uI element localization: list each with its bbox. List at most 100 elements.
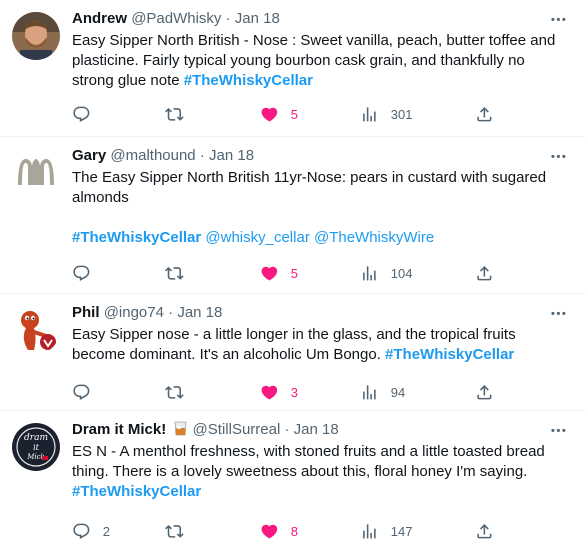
avatar[interactable] — [12, 306, 60, 354]
author-name[interactable]: Phil — [72, 304, 100, 321]
reply-button[interactable] — [72, 263, 103, 283]
whisky-glass-icon — [174, 421, 187, 436]
share-icon — [475, 264, 494, 283]
views-icon — [360, 264, 379, 283]
author-name[interactable]: Dram it Mick! — [72, 421, 166, 438]
hashtag-link[interactable]: #TheWhiskyCellar — [385, 346, 514, 363]
avatar[interactable]: dram it Mick — [12, 423, 60, 471]
avatar-text-top: dram — [24, 433, 48, 443]
retweet-icon — [165, 105, 184, 124]
more-icon — [549, 147, 568, 166]
like-count: 3 — [290, 384, 298, 400]
reply-button[interactable] — [72, 382, 103, 402]
heart-icon — [260, 522, 279, 541]
views-button[interactable]: 94 — [360, 382, 405, 402]
tweet[interactable]: dram it Mick Dram it Mick! @StillSurreal… — [0, 411, 586, 547]
heart-icon — [260, 383, 279, 402]
avatar[interactable] — [12, 149, 60, 197]
share-button[interactable] — [475, 521, 494, 541]
action-bar: 2 8 147 — [72, 521, 570, 541]
retweet-button[interactable] — [165, 382, 196, 402]
more-icon — [549, 304, 568, 323]
action-bar: 3 94 — [72, 382, 570, 402]
action-bar: 5 301 — [72, 104, 570, 124]
like-button[interactable]: 5 — [260, 263, 298, 283]
mention-link[interactable]: @TheWhiskyWire — [314, 229, 434, 246]
separator-dot: · — [168, 304, 174, 321]
reply-icon — [72, 522, 91, 541]
author-name[interactable]: Gary — [72, 147, 106, 164]
mention-link[interactable]: @whisky_cellar — [205, 229, 309, 246]
tweet[interactable]: Andrew @PadWhisky · Jan 18 Easy Sipper N… — [0, 0, 586, 137]
hashtag-link[interactable]: #TheWhiskyCellar — [72, 483, 201, 500]
reply-icon — [72, 383, 91, 402]
author-handle[interactable]: @StillSurreal — [193, 421, 281, 438]
tweet-text: The Easy Sipper North British 11yr-Nose:… — [72, 168, 570, 248]
heart-icon — [260, 264, 279, 283]
more-options-button[interactable] — [546, 301, 570, 325]
retweet-icon — [165, 522, 184, 541]
retweet-button[interactable] — [165, 263, 196, 283]
like-button[interactable]: 5 — [260, 104, 298, 124]
views-button[interactable]: 104 — [360, 263, 412, 283]
more-options-button[interactable] — [546, 418, 570, 442]
reply-button[interactable]: 2 — [72, 521, 110, 541]
timestamp[interactable]: Jan 18 — [177, 304, 222, 321]
separator-dot: · — [284, 421, 290, 438]
avatar-photo-icon — [12, 12, 60, 60]
separator-dot: · — [199, 147, 205, 164]
retweet-button[interactable] — [165, 104, 196, 124]
hashtag-link[interactable]: #TheWhiskyCellar — [184, 72, 313, 89]
tweet[interactable]: Gary @malthound · Jan 18 The Easy Sipper… — [0, 137, 586, 294]
retweet-icon — [165, 264, 184, 283]
heart-icon — [260, 105, 279, 124]
views-button[interactable]: 147 — [360, 521, 412, 541]
tweet[interactable]: Phil @ingo74 · Jan 18 Easy Sipper nose -… — [0, 294, 586, 411]
like-count: 5 — [290, 265, 298, 281]
like-count: 8 — [290, 523, 298, 539]
views-icon — [360, 105, 379, 124]
hashtag-link[interactable]: #TheWhiskyCellar — [72, 229, 201, 246]
author-handle[interactable]: @PadWhisky — [131, 10, 221, 27]
view-count: 301 — [390, 106, 413, 122]
author-handle[interactable]: @ingo74 — [104, 304, 164, 321]
more-options-button[interactable] — [546, 144, 570, 168]
malthound-logo-icon — [12, 149, 60, 197]
reply-icon — [72, 105, 91, 124]
like-button[interactable]: 3 — [260, 382, 298, 402]
retweet-button[interactable] — [165, 521, 196, 541]
reply-count: 2 — [102, 523, 110, 539]
separator-dot: · — [225, 10, 231, 27]
author-name[interactable]: Andrew — [72, 10, 127, 27]
action-bar: 5 104 — [72, 263, 570, 283]
view-count: 104 — [390, 265, 413, 281]
timestamp[interactable]: Jan 18 — [235, 10, 280, 27]
retweet-icon — [165, 383, 184, 402]
avatar-text-mid: it — [33, 443, 40, 452]
share-icon — [475, 105, 494, 124]
share-button[interactable] — [475, 263, 494, 283]
like-button[interactable]: 8 — [260, 521, 298, 541]
author-handle[interactable]: @malthound — [110, 147, 195, 164]
tweet-body: Easy Sipper North British - Nose : Sweet… — [72, 32, 556, 89]
tweet-text: Easy Sipper nose - a little longer in th… — [72, 325, 570, 365]
reply-icon — [72, 264, 91, 283]
more-options-button[interactable] — [546, 7, 570, 31]
reply-button[interactable] — [72, 104, 103, 124]
tweet-text: ES N - A menthol freshness, with stoned … — [72, 442, 570, 502]
avatar[interactable] — [12, 12, 60, 60]
um-bongo-figure-icon — [12, 306, 60, 354]
views-icon — [360, 383, 379, 402]
share-button[interactable] — [475, 382, 494, 402]
more-icon — [549, 10, 568, 29]
tweet-text: Easy Sipper North British - Nose : Sweet… — [72, 31, 570, 91]
views-icon — [360, 522, 379, 541]
dram-it-mick-logo-icon: dram it Mick — [12, 423, 60, 471]
views-button[interactable]: 301 — [360, 104, 412, 124]
view-count: 147 — [390, 523, 413, 539]
share-button[interactable] — [475, 104, 494, 124]
timestamp[interactable]: Jan 18 — [209, 147, 254, 164]
timestamp[interactable]: Jan 18 — [294, 421, 339, 438]
more-icon — [549, 421, 568, 440]
share-icon — [475, 522, 494, 541]
